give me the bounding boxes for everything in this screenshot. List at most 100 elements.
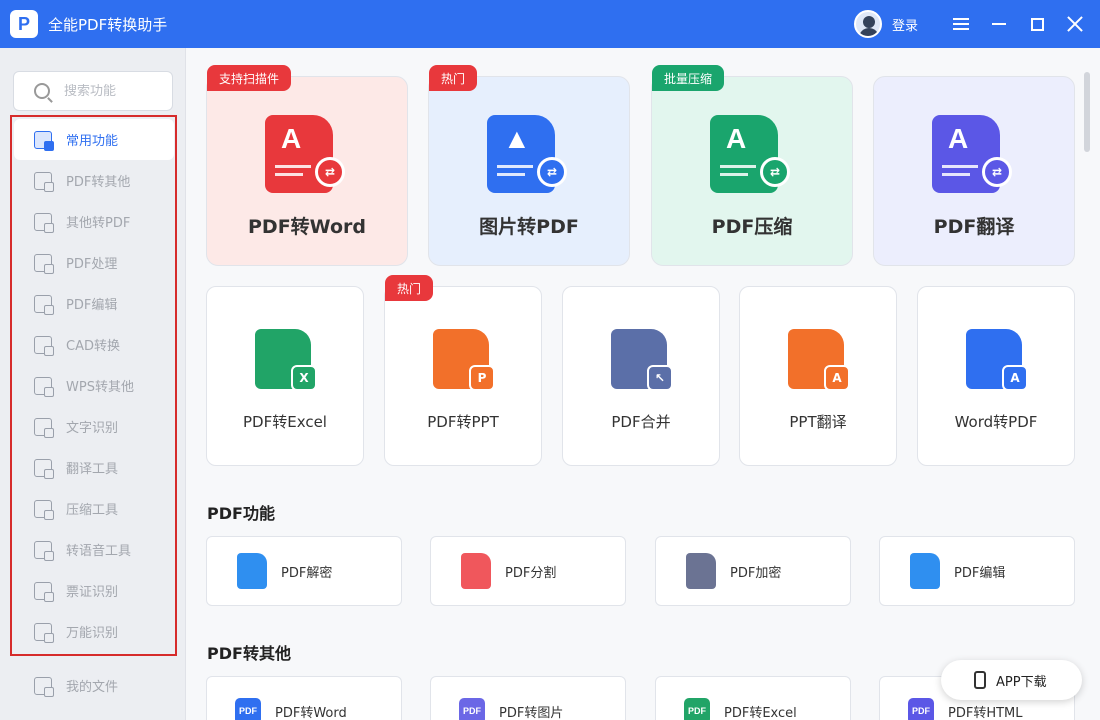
tool-card[interactable]: X PDF转Excel: [206, 286, 364, 466]
document-glyph: A: [281, 123, 302, 154]
pdf-html-icon: PDF: [908, 698, 934, 720]
avatar[interactable]: [853, 10, 882, 38]
function-card[interactable]: PDF解密: [206, 536, 402, 606]
sidebar-item-10[interactable]: 转语音工具: [14, 529, 174, 570]
pdf-process-icon: [34, 253, 54, 274]
title-bar-controls: 登录: [853, 0, 1100, 48]
section-title: PDF功能: [207, 504, 275, 523]
pdf-edit-icon: [34, 294, 54, 315]
sidebar-item-label: 转语音工具: [66, 544, 132, 559]
tool-title: PDF转PPT: [427, 413, 499, 431]
zip-icon: [34, 499, 54, 520]
scrollbar[interactable]: [1084, 72, 1090, 152]
feature-tag: 支持扫描件: [207, 65, 292, 91]
convert-badge-icon: ⇄: [760, 157, 790, 187]
function-label: PDF分割: [505, 565, 557, 581]
function-card[interactable]: PDF分割: [430, 536, 626, 606]
sidebar-item-label: 我的文件: [66, 680, 119, 695]
search-box[interactable]: [13, 71, 173, 111]
tool-badge-icon: A: [1002, 365, 1028, 391]
edit-icon: [910, 553, 940, 589]
feature-title: 图片转PDF: [479, 216, 579, 238]
app-download-button[interactable]: APP下载: [941, 660, 1082, 700]
tool-card[interactable]: 热门 P PDF转PPT: [384, 275, 542, 466]
login-button[interactable]: 登录: [892, 15, 918, 34]
function-card[interactable]: PDF编辑: [879, 536, 1075, 606]
pdf-convert-icon: [34, 171, 54, 192]
tool-title: PPT翻译: [789, 413, 847, 431]
convert-badge-icon: ⇄: [982, 157, 1012, 187]
search-input[interactable]: [64, 83, 164, 99]
sidebar-item-2[interactable]: 其他转PDF: [14, 201, 174, 242]
sidebar-item-label: 票证识别: [66, 585, 119, 600]
tool-badge-icon: X: [291, 365, 317, 391]
menu-icon: [953, 18, 969, 30]
unlock-icon: [237, 553, 267, 589]
ticket-icon: [34, 581, 54, 602]
sidebar-item-8[interactable]: 翻译工具: [14, 447, 174, 488]
maximize-icon: [1030, 17, 1044, 31]
sidebar-item-12[interactable]: 万能识别: [14, 611, 174, 652]
sidebar-item-5[interactable]: CAD转换: [14, 324, 174, 365]
feature-card[interactable]: A ⇄ PDF翻译: [873, 76, 1075, 266]
sidebar-item-9[interactable]: 压缩工具: [14, 488, 174, 529]
function-card[interactable]: PDF PDF转图片: [430, 676, 626, 720]
wps-icon: [34, 376, 54, 397]
sidebar-item-3[interactable]: PDF处理: [14, 242, 174, 283]
function-card[interactable]: PDF加密: [655, 536, 851, 606]
app-logo: P: [10, 10, 38, 38]
translate-icon: [34, 458, 54, 479]
function-card[interactable]: PDF PDF转Excel: [655, 676, 851, 720]
sidebar-item-label: 万能识别: [66, 626, 119, 641]
sidebar-item-7[interactable]: 文字识别: [14, 406, 174, 447]
scan-icon: [34, 622, 54, 643]
split-icon: [461, 553, 491, 589]
to-pdf-icon: [34, 212, 54, 233]
pdf-image-icon: PDF: [459, 698, 485, 720]
function-label: PDF转Word: [275, 705, 347, 720]
feature-title: PDF翻译: [933, 216, 1015, 238]
pdf-word-icon: PDF: [235, 698, 261, 720]
close-button[interactable]: [1056, 0, 1094, 48]
sidebar-item-label: PDF转其他: [66, 175, 131, 190]
tool-card[interactable]: A Word转PDF: [917, 286, 1075, 466]
close-icon: [1067, 16, 1083, 32]
sidebar-item-label: PDF处理: [66, 257, 118, 272]
sidebar-nav: 常用功能 PDF转其他其他转PDF PDF处理 PDF编辑 CAD转换 WPS转其他文字识…: [14, 119, 174, 652]
sidebar-item-4[interactable]: PDF编辑: [14, 283, 174, 324]
sidebar-item-my-files[interactable]: 我的文件: [14, 665, 174, 706]
feature-card[interactable]: 支持扫描件 A ⇄ PDF转Word: [206, 65, 408, 266]
menu-button[interactable]: [942, 0, 980, 48]
sidebar-item-11[interactable]: 票证识别: [14, 570, 174, 611]
tool-title: PDF合并: [611, 413, 671, 431]
convert-badge-icon: ⇄: [315, 157, 345, 187]
function-label: PDF转Excel: [724, 705, 797, 720]
sidebar-item-6[interactable]: WPS转其他: [14, 365, 174, 406]
title-bar: P 全能PDF转换助手 登录: [0, 0, 1100, 48]
feature-card[interactable]: 批量压缩 A ⇄ PDF压缩: [651, 65, 853, 266]
section-title: PDF转其他: [207, 644, 291, 663]
sidebar-item-1[interactable]: PDF转其他: [14, 160, 174, 201]
sidebar-item-label: CAD转换: [66, 339, 120, 354]
tool-card[interactable]: A PPT翻译: [739, 286, 897, 466]
feature-title: PDF转Word: [248, 216, 366, 238]
feature-card[interactable]: 热门 ▲ ⇄ 图片转PDF: [428, 65, 630, 266]
search-icon: [34, 83, 50, 99]
feature-tag: 热门: [429, 65, 478, 91]
sidebar-item-0[interactable]: 常用功能: [14, 119, 174, 160]
maximize-button[interactable]: [1018, 0, 1056, 48]
document-glyph: A: [948, 123, 969, 154]
tool-badge-icon: ↖: [647, 365, 673, 391]
minimize-icon: [992, 23, 1006, 25]
function-label: PDF转图片: [499, 705, 564, 720]
minimize-button[interactable]: [980, 0, 1018, 48]
function-card[interactable]: PDF PDF转Word: [206, 676, 402, 720]
tool-card[interactable]: ↖ PDF合并: [562, 286, 720, 466]
sidebar-item-label: 压缩工具: [66, 503, 119, 518]
ocr-icon: [34, 417, 54, 438]
function-label: PDF解密: [281, 565, 333, 581]
folder-icon: [34, 676, 54, 697]
sidebar-item-label: 文字识别: [66, 421, 119, 436]
pdf-excel-icon: PDF: [684, 698, 710, 720]
tool-badge-icon: P: [469, 365, 495, 391]
